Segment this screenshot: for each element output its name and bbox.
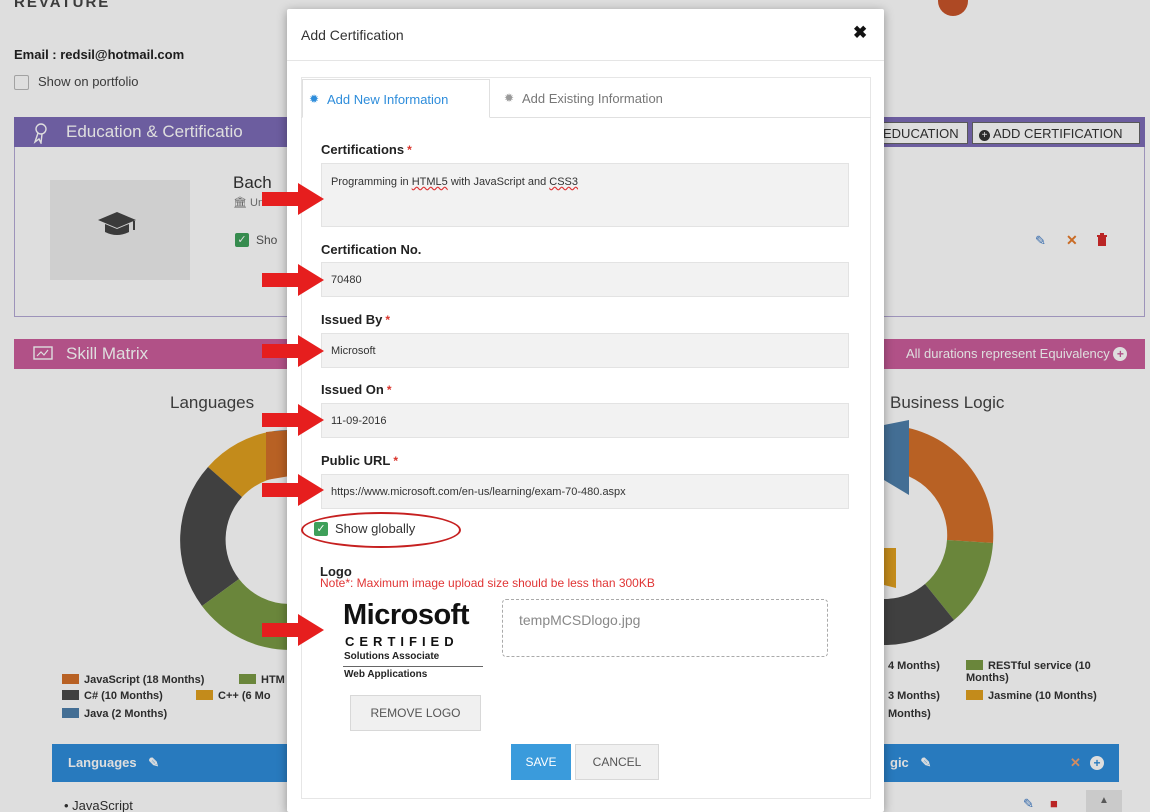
annotation-arrow-icon [262,474,324,506]
cert-text: HTML5 [411,176,448,188]
public-url-input[interactable]: https://www.microsoft.com/en-us/learning… [321,474,849,509]
issued-by-label: Issued By * [321,312,390,327]
cancel-button[interactable]: CANCEL [575,744,659,780]
certification-logo-image: Microsoft CERTIFIED Solutions Associate … [335,599,485,689]
highlight-ellipse [301,512,461,548]
cert-text: CSS3 [549,176,579,188]
gear-icon: ✹ [309,92,320,106]
certifications-label: Certifications * [321,142,412,157]
annotation-arrow-icon [262,183,324,215]
logo-file-name: tempMCSDlogo.jpg [519,612,641,628]
certification-no-input[interactable]: 70480 [321,262,849,297]
field-label-text: Issued By [321,312,383,327]
add-certification-modal: Add Certification ✖ ✹ Add New Informatio… [287,9,884,812]
logo-certified-text: CERTIFIED [345,634,459,649]
modal-divider [287,60,884,61]
certification-no-label: Certification No. [321,242,422,257]
required-mark: * [407,143,412,157]
issued-on-input[interactable]: 11-09-2016 [321,403,849,438]
logo-divider [343,666,483,667]
close-icon[interactable]: ✖ [853,23,867,43]
field-label-text: Certifications [321,142,405,157]
required-mark: * [393,454,399,468]
remove-logo-button[interactable]: REMOVE LOGO [350,695,481,731]
annotation-arrow-icon [262,614,324,646]
annotation-arrow-icon [262,335,324,367]
gear-icon: ✹ [504,91,515,105]
cert-text: with JavaScript and [447,176,550,188]
issued-on-label: Issued On * [321,382,392,397]
issued-by-input[interactable]: Microsoft [321,333,849,368]
modal-title: Add Certification [301,27,404,43]
annotation-arrow-icon [262,264,324,296]
cert-text: Programming in [331,176,412,188]
field-label-text: Issued On [321,382,384,397]
tab-label: Add New Information [327,92,449,107]
logo-line1: Solutions Associate [344,651,440,662]
annotation-arrow-icon [262,404,324,436]
field-label-text: Public URL [321,453,391,468]
logo-upload-dropzone[interactable]: tempMCSDlogo.jpg [502,599,828,657]
tab-add-existing-information[interactable]: ✹ Add Existing Information [498,79,698,118]
tab-label: Add Existing Information [522,91,663,106]
save-button[interactable]: SAVE [511,744,571,780]
required-mark: * [386,383,392,397]
logo-line2: Web Applications [344,669,428,680]
public-url-label: Public URL * [321,453,398,468]
certifications-textarea[interactable]: Programming in HTML5 with JavaScript and… [321,163,849,227]
logo-brand-text: Microsoft [343,599,470,631]
tab-add-new-information[interactable]: ✹ Add New Information [302,79,490,118]
upload-size-note: Note*: Maximum image upload size should … [320,576,655,590]
required-mark: * [385,313,391,327]
